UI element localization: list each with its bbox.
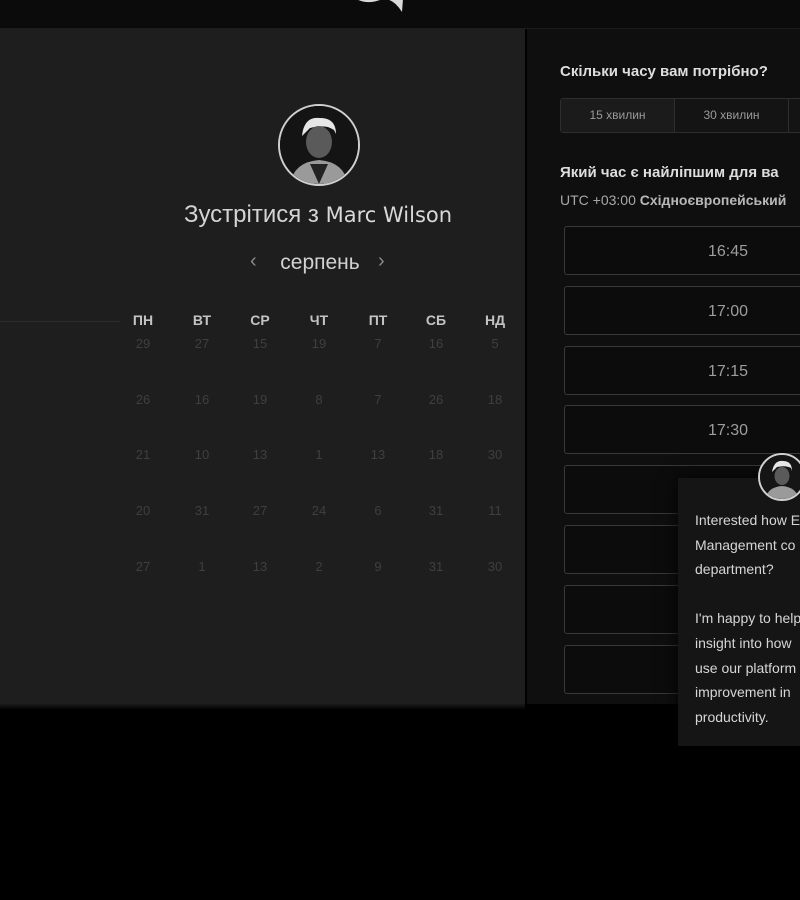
calendar-day[interactable]: 10 — [182, 447, 222, 462]
previous-month-button[interactable]: ‹ — [250, 250, 257, 273]
chat-line — [695, 582, 800, 607]
calendar-day[interactable]: 13 — [240, 559, 280, 574]
weekday-label: ПТ — [368, 312, 388, 328]
calendar-day[interactable]: 19 — [240, 392, 280, 407]
calendar-day[interactable]: 18 — [416, 447, 456, 462]
calendar-day[interactable]: 18 — [475, 392, 515, 407]
calendar-day[interactable]: 20 — [123, 503, 163, 518]
duration-30-button[interactable]: 30 хвилин — [675, 99, 789, 132]
chat-popup[interactable]: Interested how E Management co departmen… — [678, 478, 800, 746]
time-slot-button[interactable]: 17:15 — [564, 346, 800, 395]
calendar-day[interactable]: 27 — [123, 559, 163, 574]
calendar-day[interactable]: 15 — [240, 336, 280, 351]
calendar-day[interactable]: 31 — [416, 503, 456, 518]
chat-line: Management co — [695, 536, 796, 553]
calendar-day[interactable]: 16 — [182, 392, 222, 407]
calendar-day[interactable]: 21 — [123, 447, 163, 462]
divider — [0, 321, 120, 322]
calendar-day[interactable]: 13 — [240, 447, 280, 462]
calendar-day[interactable]: 24 — [299, 503, 339, 518]
timezone-label[interactable]: UTC +03:00 Східноєвропейський — [560, 192, 786, 208]
calendar-day[interactable]: 27 — [240, 503, 280, 518]
calendar-day[interactable]: 1 — [182, 559, 222, 574]
calendar-day[interactable]: 5 — [475, 336, 515, 351]
calendar-day[interactable]: 6 — [358, 503, 398, 518]
chat-line: I'm happy to help — [695, 610, 800, 627]
weekday-label: СР — [250, 312, 270, 328]
month-label: серпень — [280, 251, 360, 274]
meeting-title-prefix: Зустрітися з — [183, 201, 319, 228]
host-name: Marc Wilson — [325, 203, 453, 227]
calendar-day[interactable]: 27 — [182, 336, 222, 351]
duration-15-button[interactable]: 15 хвилин — [561, 99, 675, 132]
calendar-day[interactable]: 8 — [299, 392, 339, 407]
host-avatar — [278, 104, 360, 186]
duration-selector: 15 хвилин 30 хвилин — [560, 98, 800, 133]
calendar-day[interactable]: 30 — [475, 447, 515, 462]
time-slot-label: 17:15 — [707, 363, 749, 380]
time-slot-label: 16:45 — [707, 243, 749, 260]
calendar-day[interactable]: 26 — [123, 392, 163, 407]
calendar-day[interactable]: 11 — [475, 503, 515, 518]
time-question: Який час є найліпшим для ва — [560, 164, 779, 181]
calendar-day[interactable]: 7 — [358, 392, 398, 407]
chat-agent-avatar[interactable] — [758, 453, 800, 501]
logo-icon — [358, 0, 403, 12]
calendar-day[interactable]: 31 — [416, 559, 456, 574]
time-slot-label: 17:30 — [707, 422, 749, 439]
calendar-day[interactable]: 26 — [416, 392, 456, 407]
month-navigation: ‹ серпень › — [240, 249, 400, 279]
calendar-day[interactable]: 13 — [358, 447, 398, 462]
calendar-day[interactable]: 29 — [123, 336, 163, 351]
chat-line: insight into how — [695, 634, 792, 651]
calendar-day[interactable]: 9 — [358, 559, 398, 574]
weekday-label: ПН — [132, 312, 154, 328]
chat-line: Interested how E — [695, 512, 800, 528]
next-month-button[interactable]: › — [378, 250, 385, 273]
weekday-label: НД — [484, 312, 506, 328]
chat-line: productivity. — [695, 708, 769, 725]
weekday-label: ВТ — [192, 312, 212, 328]
calendar-day[interactable]: 7 — [358, 336, 398, 351]
time-slot-label: 17:00 — [707, 303, 749, 320]
avatar-icon — [280, 106, 358, 184]
weekday-label: СБ — [425, 312, 447, 328]
calendar-day[interactable]: 31 — [182, 503, 222, 518]
chat-line: use our platform — [695, 659, 797, 676]
calendar-day[interactable]: 1 — [299, 447, 339, 462]
time-slot-button[interactable]: 17:00 — [564, 286, 800, 335]
weekday-label: ЧТ — [309, 312, 329, 328]
time-slot-button[interactable]: 17:30 — [564, 405, 800, 454]
calendar-day[interactable]: 2 — [299, 559, 339, 574]
chat-line: department? — [695, 561, 774, 578]
avatar-icon — [760, 455, 800, 499]
chat-line: improvement in — [695, 684, 791, 701]
chat-message: Interested how E Management co departmen… — [695, 508, 800, 729]
duration-question: Скільки часу вам потрібно? — [560, 63, 768, 80]
timezone-name: Східноєвропейський — [639, 192, 787, 208]
calendar-day[interactable]: 30 — [475, 559, 515, 574]
time-slot-button[interactable]: 16:45 — [564, 226, 800, 275]
timezone-offset: UTC +03:00 — [560, 192, 636, 208]
calendar-day[interactable]: 19 — [299, 336, 339, 351]
top-bar — [0, 0, 800, 29]
calendar-day[interactable]: 16 — [416, 336, 456, 351]
scheduler-panel: Зустрітися з Marc Wilson ‹ серпень › ПН … — [0, 29, 525, 710]
